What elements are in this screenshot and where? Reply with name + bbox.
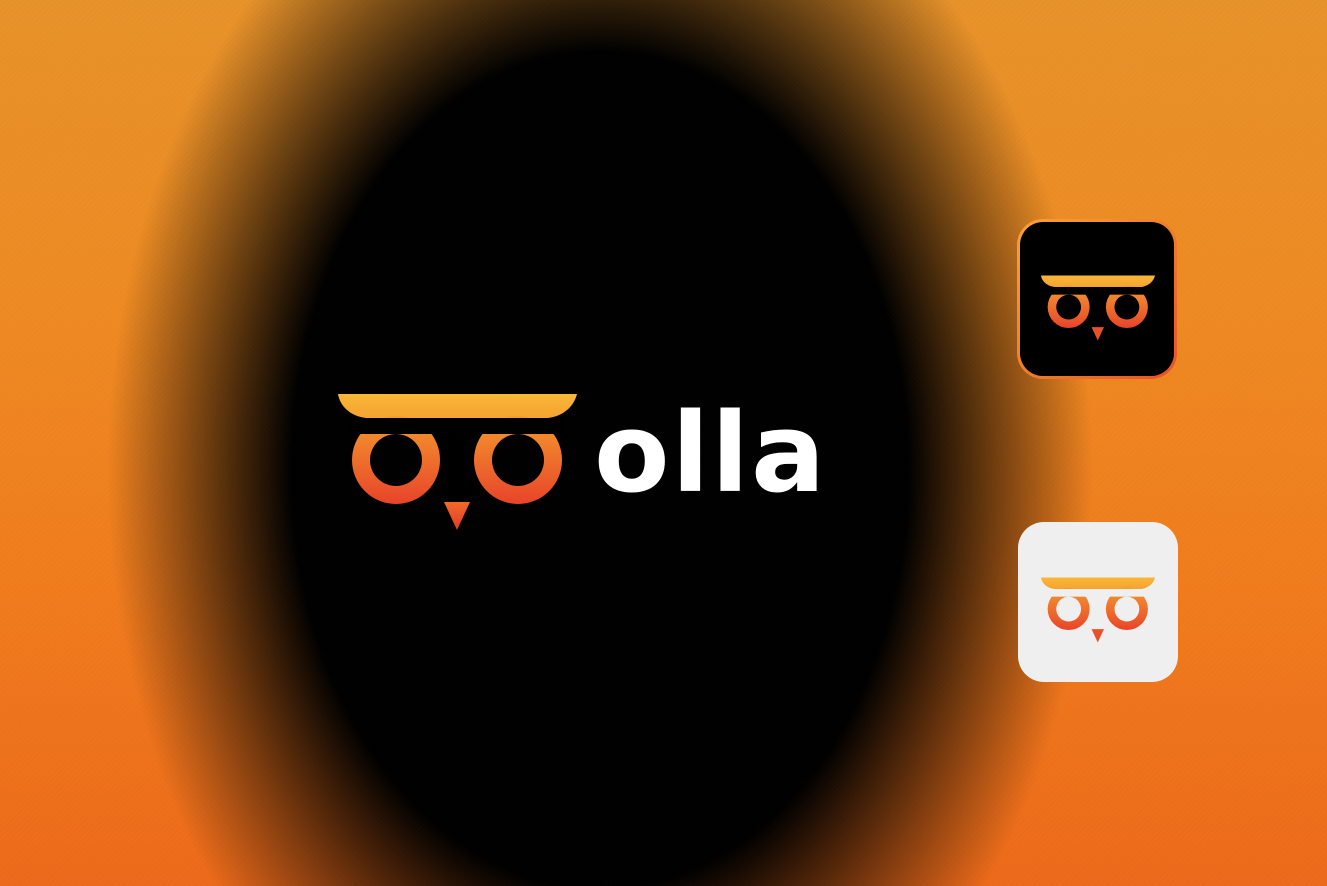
owl-logo-icon bbox=[1040, 577, 1156, 643]
owl-app-icon-light bbox=[1018, 522, 1178, 682]
brand-showcase: olla bbox=[0, 0, 1327, 886]
owl-logo-icon bbox=[338, 394, 577, 530]
owl-logo-icon bbox=[1040, 275, 1156, 341]
owl-app-icon-dark bbox=[1017, 219, 1177, 379]
brand-wordmark: olla bbox=[594, 389, 828, 517]
